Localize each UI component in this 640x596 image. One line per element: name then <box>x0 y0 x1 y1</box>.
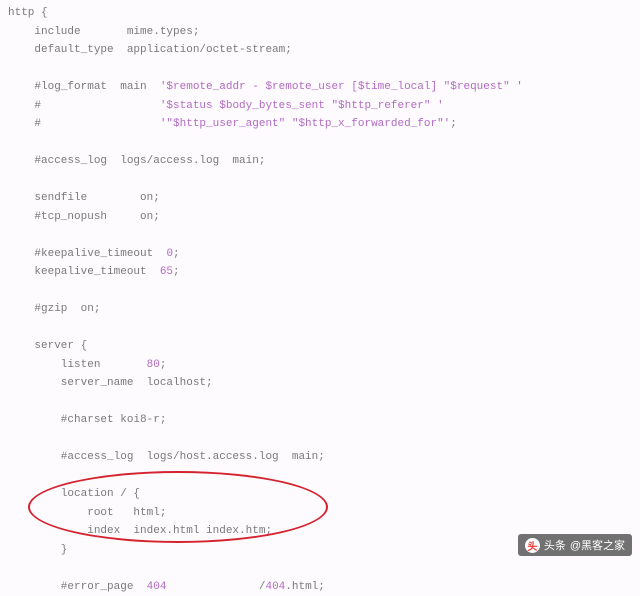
code-line: location / { <box>8 488 140 500</box>
code-line: server_name localhost; <box>8 377 213 389</box>
code-line: index index.html index.htm; <box>8 525 272 537</box>
code-line: #keepalive_timeout 0; <box>8 248 180 260</box>
watermark-handle: @黑客之家 <box>570 537 625 553</box>
code-line: #charset koi8-r; <box>8 414 166 426</box>
toutiao-icon: 头 <box>525 538 540 553</box>
code-line: #access_log logs/access.log main; <box>8 155 265 167</box>
code-line: } <box>8 544 67 556</box>
code-line: include mime.types; <box>8 26 199 38</box>
code-line: root html; <box>8 507 166 519</box>
watermark-prefix: 头条 <box>544 537 566 553</box>
watermark: 头 头条 @黑客之家 <box>518 534 632 556</box>
code-line: #access_log logs/host.access.log main; <box>8 451 325 463</box>
code-line: default_type application/octet-stream; <box>8 44 292 56</box>
code-line: # '$status $body_bytes_sent "$http_refer… <box>8 100 444 112</box>
code-line: http { <box>8 7 48 19</box>
code-line: #error_page 404 /404.html; <box>8 581 325 593</box>
code-line: #log_format main '$remote_addr - $remote… <box>8 81 523 93</box>
code-line: #gzip on; <box>8 303 100 315</box>
code-line: keepalive_timeout 65; <box>8 266 180 278</box>
code-line: #tcp_nopush on; <box>8 211 160 223</box>
code-line: server { <box>8 340 87 352</box>
nginx-config-code: http { include mime.types; default_type … <box>0 0 640 596</box>
code-line: listen 80; <box>8 359 166 371</box>
code-line: sendfile on; <box>8 192 160 204</box>
code-line: # '"$http_user_agent" "$http_x_forwarded… <box>8 118 457 130</box>
